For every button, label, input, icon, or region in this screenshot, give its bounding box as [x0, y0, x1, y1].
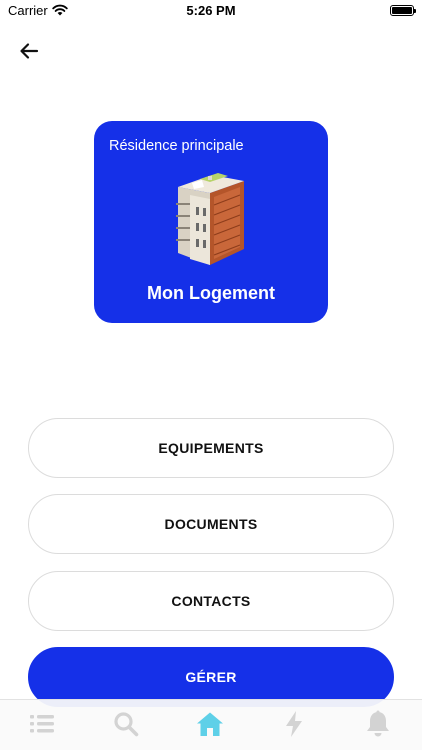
card-title: Mon Logement — [147, 283, 275, 303]
back-button[interactable] — [14, 36, 44, 66]
tab-bar — [0, 699, 422, 750]
home-card[interactable]: Résidence principale Mon Logement — [94, 121, 328, 323]
arrow-left-icon — [20, 43, 39, 59]
tab-search[interactable] — [84, 700, 168, 748]
equipements-button[interactable]: EQUIPEMENTS — [28, 418, 394, 478]
tab-activity[interactable] — [252, 700, 336, 748]
gerer-button[interactable]: GÉRER — [28, 647, 394, 707]
contacts-button[interactable]: CONTACTS — [28, 571, 394, 631]
building-illustration — [176, 173, 244, 265]
tab-list[interactable] — [0, 700, 84, 748]
status-time: 5:26 PM — [186, 3, 236, 18]
documents-button[interactable]: DOCUMENTS — [28, 494, 394, 554]
status-bar: Carrier 5:26 PM — [0, 0, 422, 22]
list-icon — [30, 715, 54, 733]
tab-home[interactable] — [168, 700, 252, 748]
bell-icon — [367, 710, 389, 737]
card-subtitle: Résidence principale — [109, 138, 244, 154]
battery-icon — [390, 5, 416, 16]
search-icon — [114, 712, 139, 737]
home-icon — [197, 712, 223, 736]
tab-notifications[interactable] — [336, 700, 420, 748]
lightning-icon — [286, 711, 302, 737]
